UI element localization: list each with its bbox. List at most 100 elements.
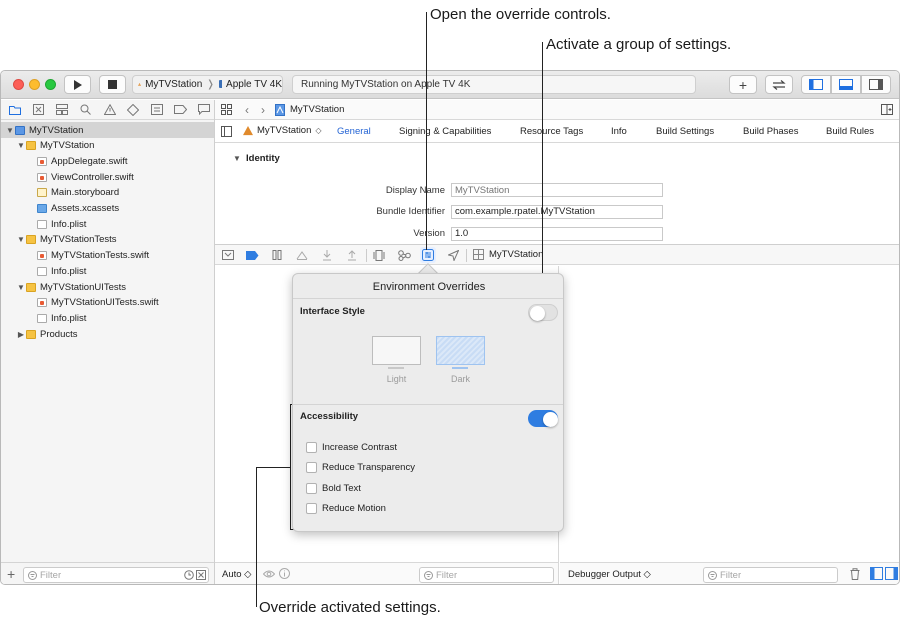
simulate-location-icon[interactable] <box>445 248 461 262</box>
split-console-left-icon[interactable] <box>870 567 883 580</box>
hierarchy-icon[interactable] <box>52 102 72 118</box>
bold-text-checkbox[interactable] <box>306 483 317 494</box>
tree-row[interactable]: MyTVStationUITests.swift <box>1 295 214 311</box>
reduce-transparency-checkbox[interactable] <box>306 462 317 473</box>
tree-row[interactable]: ▼ MyTVStation <box>1 122 214 138</box>
library-button[interactable]: + <box>729 75 757 94</box>
close-window-button[interactable] <box>13 79 24 90</box>
swift-icon <box>37 251 47 261</box>
bundle-identifier-field[interactable]: com.example.rpatel.MyTVStation <box>451 205 663 219</box>
memory-graph-icon[interactable] <box>396 248 412 262</box>
reduce-transparency-option[interactable]: Reduce Transparency <box>306 462 415 473</box>
disclosure-open-icon[interactable]: ▼ <box>16 141 26 150</box>
navigator-selector-bar <box>1 100 214 120</box>
tab-build-phases[interactable]: Build Phases <box>743 126 798 137</box>
trash-icon[interactable] <box>850 568 860 580</box>
recent-files-icon[interactable] <box>184 570 194 580</box>
stop-button[interactable] <box>99 75 126 94</box>
sidebar-toggle-icon[interactable] <box>221 126 232 137</box>
tab-resource-tags[interactable]: Resource Tags <box>520 126 583 137</box>
tree-row[interactable]: Main.storyboard <box>1 185 214 201</box>
add-file-icon[interactable]: + <box>7 566 15 582</box>
light-appearance-bar <box>388 367 404 369</box>
toggle-inspector-button[interactable] <box>861 75 891 94</box>
warning-icon[interactable] <box>100 102 120 118</box>
debugger-output-selector[interactable]: Debugger Output ◇ <box>568 569 651 580</box>
tab-signing-capabilities[interactable]: Signing & Capabilities <box>399 126 491 137</box>
increase-contrast-option[interactable]: Increase Contrast <box>306 442 397 453</box>
reduce-motion-option[interactable]: Reduce Motion <box>306 503 386 514</box>
disclosure-open-icon[interactable]: ▼ <box>16 283 26 292</box>
tree-row[interactable]: Info.plist <box>1 263 214 279</box>
toggle-debug-area-button[interactable] <box>831 75 861 94</box>
tree-row[interactable]: AppDelegate.swift <box>1 153 214 169</box>
add-editor-icon[interactable] <box>881 104 893 115</box>
split-console-right-icon[interactable] <box>885 567 898 580</box>
folder-blue-icon <box>37 204 47 213</box>
navigator-filter-input[interactable]: Filter <box>23 567 209 583</box>
debug-icon[interactable] <box>147 102 167 118</box>
dark-appearance-thumbnail[interactable] <box>436 336 485 365</box>
console-filter-input[interactable]: Filter <box>703 567 838 583</box>
forward-arrow-icon[interactable]: › <box>261 103 265 117</box>
bold-text-option[interactable]: Bold Text <box>306 483 361 494</box>
tree-row[interactable]: ▶ Products <box>1 326 214 342</box>
zoom-window-button[interactable] <box>45 79 56 90</box>
callout-activated-settings: Override activated settings. <box>259 599 441 616</box>
tree-row[interactable]: ▼ MyTVStationUITests <box>1 279 214 295</box>
tree-row[interactable]: Info.plist <box>1 310 214 326</box>
toggle-navigator-button[interactable] <box>801 75 831 94</box>
tab-build-rules[interactable]: Build Rules <box>826 126 874 137</box>
disclosure-open-icon[interactable]: ▼ <box>233 154 241 163</box>
tab-info[interactable]: Info <box>611 126 627 137</box>
scheme-selector[interactable]: MyTVStation ❭ Apple TV 4K <box>132 75 283 94</box>
process-selector[interactable]: MyTVStation <box>473 249 543 260</box>
breakpoint-icon[interactable] <box>171 102 191 118</box>
source-control-icon[interactable] <box>29 102 49 118</box>
disclosure-open-icon[interactable]: ▼ <box>5 126 15 135</box>
tab-build-settings[interactable]: Build Settings <box>656 126 714 137</box>
variables-filter-input[interactable]: Filter <box>419 567 554 583</box>
eye-icon[interactable] <box>263 569 275 579</box>
tree-row[interactable]: ▼ MyTVStation <box>1 138 214 154</box>
back-arrow-icon[interactable]: ‹ <box>245 103 249 117</box>
step-out-icon[interactable] <box>344 248 360 262</box>
version-field[interactable]: 1.0 <box>451 227 663 241</box>
popover-title: Environment Overrides <box>372 281 486 293</box>
folder-icon[interactable] <box>5 102 25 118</box>
display-name-field[interactable] <box>451 183 663 197</box>
breakpoints-toggle-icon[interactable] <box>244 248 260 262</box>
pause-icon[interactable] <box>269 248 285 262</box>
step-into-icon[interactable] <box>319 248 335 262</box>
disclosure-open-icon[interactable]: ▼ <box>16 235 26 244</box>
light-appearance-thumbnail[interactable] <box>372 336 421 365</box>
environment-overrides-icon[interactable] <box>420 247 436 263</box>
grid-icon[interactable] <box>221 104 232 115</box>
tree-row[interactable]: MyTVStationTests.swift <box>1 248 214 264</box>
reduce-motion-checkbox[interactable] <box>306 503 317 514</box>
code-review-button[interactable] <box>765 75 793 94</box>
run-button[interactable] <box>64 75 91 94</box>
disclosure-closed-icon[interactable]: ▶ <box>16 330 26 339</box>
tree-row[interactable]: ▼ MyTVStationTests <box>1 232 214 248</box>
target-selector[interactable]: MyTVStation ◇ <box>243 125 322 136</box>
hide-debug-area-icon[interactable] <box>220 248 236 262</box>
find-icon[interactable] <box>76 102 96 118</box>
accessibility-toggle[interactable] <box>528 410 558 427</box>
view-debugger-icon[interactable] <box>371 248 387 262</box>
test-diamond-icon[interactable] <box>123 102 143 118</box>
minimize-window-button[interactable] <box>29 79 40 90</box>
scm-filter-icon[interactable] <box>196 570 206 580</box>
report-icon[interactable] <box>194 102 214 118</box>
auto-scope-selector[interactable]: Auto ◇ <box>222 569 252 580</box>
increase-contrast-checkbox[interactable] <box>306 442 317 453</box>
tree-row[interactable]: ViewController.swift <box>1 169 214 185</box>
step-over-icon[interactable] <box>294 248 310 262</box>
breadcrumb[interactable]: MyTVStation <box>290 104 344 115</box>
info-icon[interactable] <box>279 568 290 579</box>
tree-row[interactable]: Info.plist <box>1 216 214 232</box>
play-icon <box>74 79 82 90</box>
tree-row[interactable]: Assets.xcassets <box>1 201 214 217</box>
interface-style-toggle[interactable] <box>528 304 558 321</box>
tab-general[interactable]: General <box>337 126 371 137</box>
